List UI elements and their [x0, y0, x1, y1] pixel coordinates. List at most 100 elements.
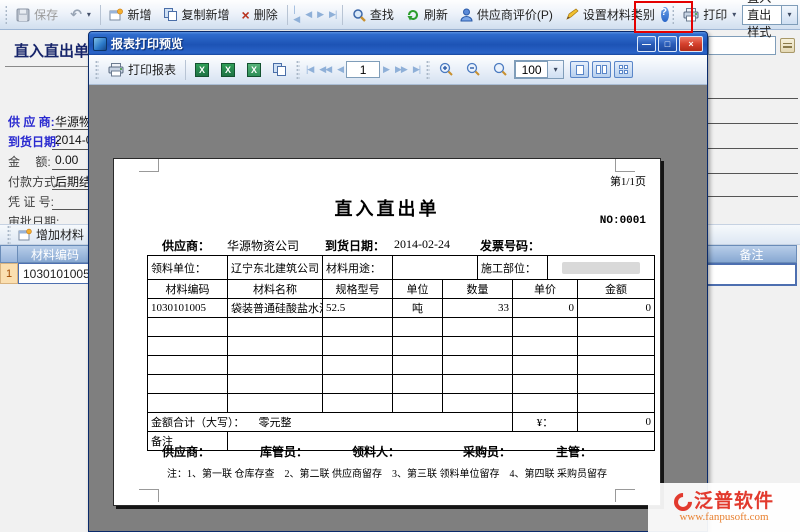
page-prev2-button[interactable]: ◀◀: [316, 62, 334, 77]
page-next2-button[interactable]: ▶▶: [392, 62, 410, 77]
minimize-button[interactable]: —: [637, 36, 656, 52]
toolbar-grip: [5, 5, 7, 25]
page-prev-button[interactable]: ◀: [334, 62, 346, 77]
nav-last-button[interactable]: ▶|: [326, 7, 339, 22]
redacted-value: [562, 262, 640, 274]
excel-icon: X: [221, 63, 235, 77]
nav-prev-button[interactable]: ◀: [302, 7, 314, 22]
cell-unit: 吨: [393, 299, 443, 318]
style-select[interactable]: 直入直出样式 ▾: [742, 5, 798, 25]
supplier-eval-button[interactable]: 供应商评价(P): [454, 3, 559, 27]
style-select-dropdown[interactable]: ▾: [781, 6, 797, 24]
crop-mark: [139, 489, 159, 502]
dialog-title: 报表打印预览: [111, 35, 635, 52]
separator: [287, 5, 288, 25]
set-material-category-button[interactable]: 设置材料类别: [559, 3, 661, 27]
col-header: 数量: [443, 280, 513, 299]
main-toolbar: 保存 ↶ ▾ 新增 复制新增 × 删除 |◀ ◀ ▶ ▶| 查找 刷新 供应商评…: [0, 0, 800, 30]
maximize-button[interactable]: □: [658, 36, 677, 52]
crop-mark: [615, 489, 635, 502]
copy-new-button[interactable]: 复制新增: [158, 3, 236, 27]
nav-next-button[interactable]: ▶: [314, 7, 326, 22]
export-excel2-button[interactable]: X: [215, 58, 241, 82]
vendor-brand: 泛普软件: [694, 492, 774, 512]
print-preview-dialog: 报表打印预览 — □ × 打印报表 X X X |◀ ◀◀ ◀ ▶ ▶▶ ▶|: [88, 31, 708, 532]
empty-row: [148, 337, 655, 356]
toolbar-grip: [296, 60, 300, 80]
amount-in-words: 零元整: [259, 417, 292, 429]
new-button[interactable]: 新增: [103, 3, 157, 27]
remark-column-header[interactable]: 备注: [706, 245, 797, 263]
empty-row: [148, 394, 655, 413]
sig-receiver: 领料人：: [352, 443, 400, 460]
find-button[interactable]: 查找: [346, 3, 400, 27]
col-header: 单价: [513, 280, 578, 299]
undo-button[interactable]: ↶ ▾: [64, 3, 97, 27]
pencil-icon: [565, 8, 579, 21]
zoom-reset-button[interactable]: [487, 58, 514, 82]
copy-pages-icon: [273, 63, 287, 76]
add-material-button[interactable]: 增加材料: [36, 226, 84, 243]
page-title: 直入直出单: [14, 40, 89, 61]
export-excel-button[interactable]: X: [189, 58, 215, 82]
page-next-button[interactable]: ▶: [380, 62, 392, 77]
refresh-button[interactable]: 刷新: [400, 3, 454, 27]
calendar-icon[interactable]: [780, 38, 795, 53]
print-report-button[interactable]: 打印报表: [102, 58, 182, 82]
supplier-label: 供 应 商:: [8, 113, 55, 130]
grid-corner-cell: [0, 245, 18, 263]
page-number-input[interactable]: [346, 61, 380, 78]
sig-supplier: 供应商：: [162, 443, 210, 460]
preview-area[interactable]: 第1/1页 直入直出单 NO:0001 供应商： 华源物资公司 到货日期： 20…: [89, 85, 707, 531]
total-label-cell: 金额合计（大写）： 零元整: [148, 413, 513, 432]
zoom-out-button[interactable]: [460, 58, 487, 82]
separator: [185, 60, 186, 80]
zoom-in-icon: [439, 62, 454, 77]
currency-symbol-cell: ¥：: [513, 413, 578, 432]
copy-page-button[interactable]: [267, 58, 293, 82]
zoom-level-select[interactable]: ▾: [514, 60, 564, 79]
sig-warehouse-keeper: 库管员：: [260, 443, 308, 460]
export-data-button[interactable]: X: [241, 58, 267, 82]
cell-material-name: 袋装普通硅酸盐水泥: [228, 299, 323, 318]
separator: [100, 5, 101, 25]
single-page-view-button[interactable]: [570, 61, 589, 78]
copy-icon: [164, 8, 178, 21]
col-header: 金额: [578, 280, 655, 299]
doc-arrival-value: 2014-02-24: [394, 237, 450, 252]
print-button[interactable]: 打印 ▾: [677, 3, 742, 27]
two-page-view-button[interactable]: [592, 61, 611, 78]
amount-value[interactable]: 0.00: [55, 153, 78, 167]
preview-page: 第1/1页 直入直出单 NO:0001 供应商： 华源物资公司 到货日期： 20…: [113, 158, 661, 506]
zoom-level-dropdown[interactable]: ▾: [547, 61, 563, 78]
nav-first-button[interactable]: |◀: [290, 2, 302, 27]
new-icon: [109, 8, 123, 21]
empty-row: [148, 375, 655, 394]
page-last-button[interactable]: ▶|: [410, 62, 423, 77]
multi-page-view-button[interactable]: [614, 61, 633, 78]
col-header: 材料编码: [148, 280, 228, 299]
remark-cell[interactable]: [706, 263, 797, 286]
materials-header-row: 材料编码 材料名称 规格型号 单位 数量 单价 金额: [148, 280, 655, 299]
find-icon: [352, 8, 366, 22]
field-underline-right: [708, 148, 798, 149]
zoom-level-input[interactable]: [515, 61, 547, 78]
dialog-app-icon: [93, 37, 107, 51]
voucher-no-label: 凭 证 号:: [8, 193, 54, 210]
row-number-cell[interactable]: 1: [0, 263, 18, 284]
empty-row: [148, 356, 655, 375]
empty-row: [148, 318, 655, 337]
crop-mark: [139, 159, 159, 172]
printer-icon: [683, 8, 699, 22]
help-icon[interactable]: ?: [661, 7, 669, 22]
info-table: 领料单位： 辽宁东北建筑公司 材料用途： 施工部位：: [147, 255, 655, 280]
save-button[interactable]: 保存: [10, 3, 64, 27]
toolbar-grip: [95, 60, 99, 80]
total-label: 金额合计（大写）：: [151, 417, 245, 429]
delete-button[interactable]: × 删除: [236, 3, 284, 27]
zoom-in-button[interactable]: [433, 58, 460, 82]
dialog-titlebar[interactable]: 报表打印预览 — □ ×: [89, 32, 707, 55]
page-first-button[interactable]: |◀: [303, 62, 316, 77]
close-button[interactable]: ×: [679, 36, 703, 52]
zoom-out-icon: [466, 62, 481, 77]
